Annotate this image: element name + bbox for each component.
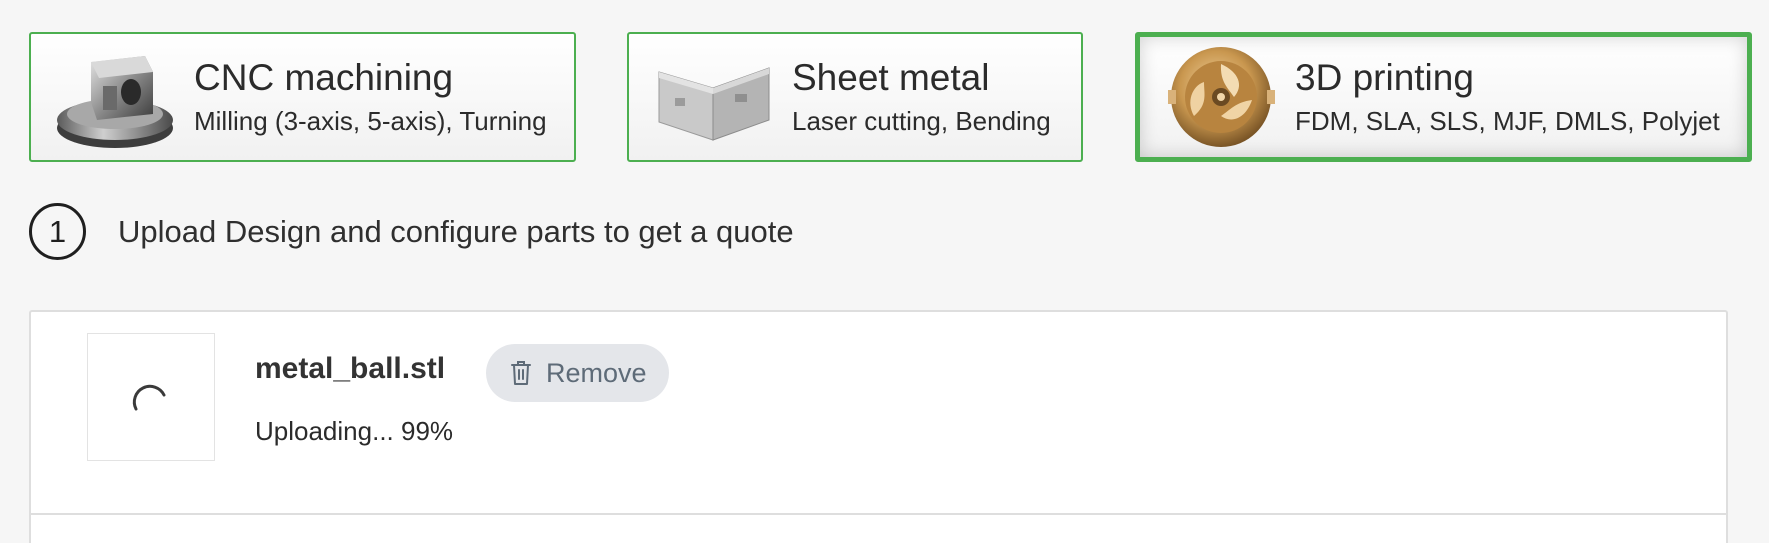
sheet-metal-part-icon xyxy=(651,42,776,152)
remove-button[interactable]: Remove xyxy=(486,344,669,402)
process-card-sheet-metal[interactable]: Sheet metal Laser cutting, Bending xyxy=(627,32,1083,162)
part-thumbnail xyxy=(87,333,215,461)
process-title: 3D printing xyxy=(1295,57,1474,98)
step-number-badge: 1 xyxy=(29,203,86,260)
upload-panel: metal_ball.stl Remove Uploading... 99% xyxy=(29,310,1728,543)
process-subtitle: Laser cutting, Bending xyxy=(792,106,1051,136)
process-subtitle: Milling (3-axis, 5-axis), Turning xyxy=(194,106,547,136)
process-subtitle: FDM, SLA, SLS, MJF, DMLS, Polyjet xyxy=(1295,106,1720,136)
cnc-part-icon xyxy=(53,42,178,152)
upload-status: Uploading... 99% xyxy=(255,416,454,446)
step-title: Upload Design and configure parts to get… xyxy=(118,214,794,249)
process-title: CNC machining xyxy=(194,57,454,98)
step-number: 1 xyxy=(48,213,67,249)
process-card-cnc-machining[interactable]: CNC machining Milling (3-axis, 5-axis), … xyxy=(29,32,576,162)
remove-button-label: Remove xyxy=(546,357,647,388)
trash-icon xyxy=(511,361,531,385)
process-title: Sheet metal xyxy=(792,57,990,98)
process-card-3d-printing[interactable]: 3D printing FDM, SLA, SLS, MJF, DMLS, Po… xyxy=(1135,32,1752,162)
loading-spinner-icon xyxy=(132,384,166,411)
3d-printed-part-icon xyxy=(1164,42,1279,152)
part-row: metal_ball.stl Remove Uploading... 99% xyxy=(31,312,1726,515)
file-name: metal_ball.stl xyxy=(255,352,446,385)
quote-page: CNC machining Milling (3-axis, 5-axis), … xyxy=(0,0,1769,543)
